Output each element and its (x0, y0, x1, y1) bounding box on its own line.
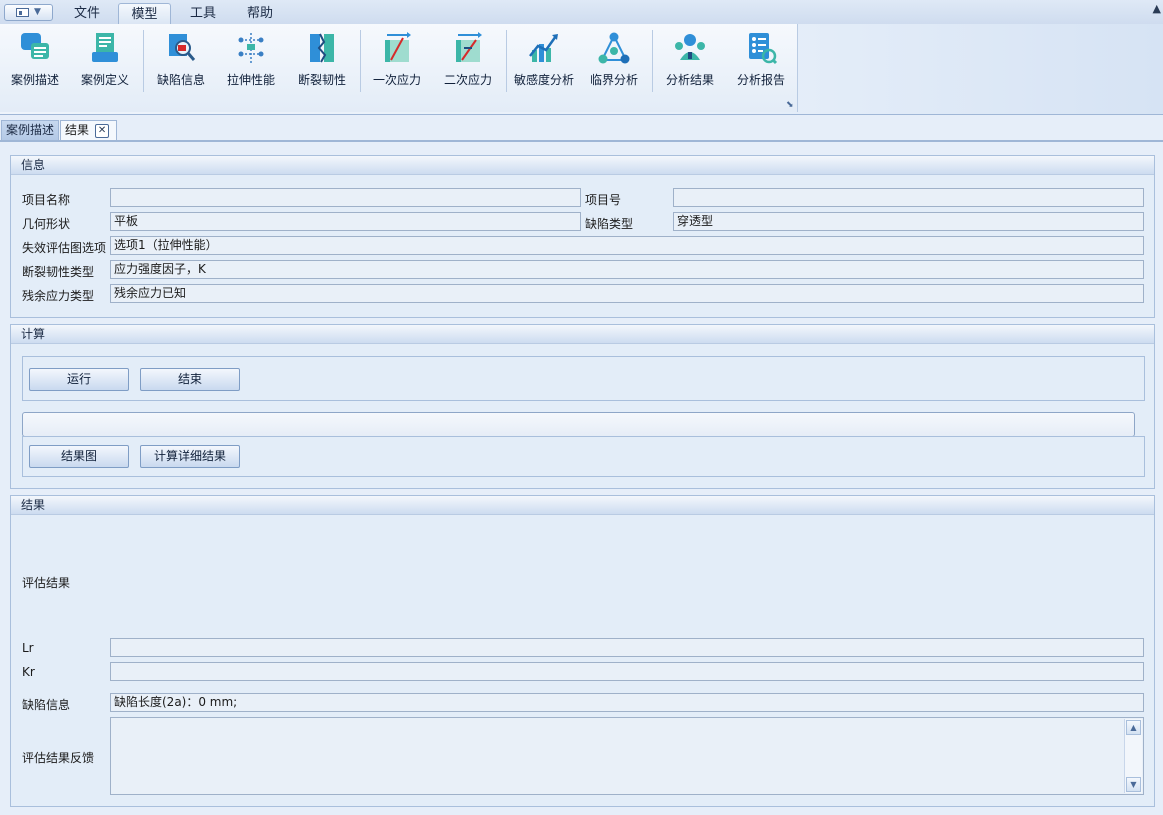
tensile-property-button[interactable]: 拉伸性能 (220, 28, 282, 92)
run-button-group: 运行 结束 (22, 356, 1145, 401)
kr-field[interactable] (110, 662, 1144, 681)
document-icon (16, 8, 29, 17)
info-panel-title: 信息 (11, 156, 1154, 175)
tensile-property-label: 拉伸性能 (226, 73, 275, 87)
application-menu-button[interactable]: ▼ (4, 4, 53, 21)
secondary-stress-label: 二次应力 (443, 73, 492, 87)
fad-option-label: 失效评估图选项 (22, 241, 107, 255)
tab-case-description-label: 案例描述 (6, 123, 55, 137)
sensitivity-analysis-label: 敏感度分析 (513, 73, 574, 87)
tab-result-label: 结果 (65, 123, 90, 137)
ribbon-separator (360, 30, 361, 92)
menu-tab-file[interactable]: 文件 (62, 3, 112, 24)
case-definition-icon (92, 33, 118, 62)
result-chart-button[interactable]: 结果图 (29, 445, 129, 468)
geometry-field[interactable]: 平板 (110, 212, 581, 231)
progress-bar (22, 412, 1135, 437)
result-panel-title: 结果 (11, 496, 1154, 515)
tab-case-description[interactable]: 案例描述 (1, 120, 60, 140)
menu-bar: ▼ 文件 模型 工具 帮助 ▲ (0, 0, 1163, 25)
menu-tab-help[interactable]: 帮助 (235, 3, 285, 24)
defect-type-label: 缺陷类型 (585, 217, 634, 231)
sensitivity-analysis-icon (529, 34, 558, 62)
project-name-label: 项目名称 (22, 193, 71, 207)
fracture-toughness-button[interactable]: 断裂韧性 (291, 28, 353, 92)
primary-stress-icon (385, 32, 411, 62)
ribbon-separator (652, 30, 653, 92)
feedback-textarea[interactable]: ▲ ▼ (110, 717, 1144, 795)
lr-label: Lr (22, 641, 34, 655)
scroll-down-icon[interactable]: ▼ (1126, 777, 1141, 792)
case-definition-button[interactable]: 案例定义 (74, 28, 136, 92)
ribbon-group-model: 案例描述 案例定义 缺陷信息 拉伸性能 断裂韧性 一次应力 二次应力 敏感度分析… (0, 24, 798, 112)
detail-result-button[interactable]: 计算详细结果 (140, 445, 240, 468)
kr-label: Kr (22, 665, 35, 679)
geometry-label: 几何形状 (22, 217, 71, 231)
defect-info-label: 缺陷信息 (156, 73, 205, 87)
critical-analysis-icon (598, 32, 630, 64)
case-description-icon (21, 33, 49, 59)
case-description-label: 案例描述 (10, 73, 59, 87)
ribbon-separator (506, 30, 507, 92)
eval-result-label: 评估结果 (22, 576, 71, 590)
analysis-report-icon (749, 33, 778, 65)
close-icon[interactable]: ✕ (95, 123, 110, 138)
defect-info-result-label: 缺陷信息 (22, 698, 71, 712)
critical-analysis-button[interactable]: 临界分析 (583, 28, 645, 92)
toughness-type-field[interactable]: 应力强度因子，K (110, 260, 1144, 279)
critical-analysis-label: 临界分析 (589, 73, 638, 87)
calc-panel-title: 计算 (11, 325, 1154, 344)
fad-option-field[interactable]: 选项1（拉伸性能） (110, 236, 1144, 255)
defect-type-field[interactable]: 穿透型 (673, 212, 1144, 231)
case-description-button[interactable]: 案例描述 (4, 28, 66, 92)
residual-stress-field[interactable]: 残余应力已知 (110, 284, 1144, 303)
fracture-toughness-icon (310, 33, 334, 63)
tab-result[interactable]: 结果 ✕ (60, 120, 117, 140)
analysis-result-label: 分析结果 (665, 73, 714, 87)
fracture-toughness-label: 断裂韧性 (297, 73, 346, 87)
chevron-down-icon: ▼ (34, 7, 41, 17)
project-no-label: 项目号 (585, 193, 622, 207)
defect-info-icon (169, 34, 196, 61)
toughness-type-label: 断裂韧性类型 (22, 265, 95, 279)
run-button[interactable]: 运行 (29, 368, 129, 391)
menu-tab-model[interactable]: 模型 (118, 3, 171, 24)
scroll-up-icon[interactable]: ▲ (1126, 720, 1141, 735)
lr-field[interactable] (110, 638, 1144, 657)
project-no-field[interactable] (673, 188, 1144, 207)
defect-info-button[interactable]: 缺陷信息 (150, 28, 212, 92)
dialog-launcher-icon[interactable]: ⬊ (786, 100, 794, 110)
result-button-group: 结果图 计算详细结果 (22, 436, 1145, 477)
primary-stress-button[interactable]: 一次应力 (366, 28, 428, 92)
result-panel: 结果 评估结果 Lr Kr 缺陷信息 缺陷长度(2a)：0 mm; 评估结果反馈… (10, 495, 1155, 807)
tensile-property-icon (238, 33, 264, 63)
residual-stress-label: 残余应力类型 (22, 289, 95, 303)
feedback-scrollbar[interactable]: ▲ ▼ (1124, 719, 1142, 793)
secondary-stress-button[interactable]: 二次应力 (437, 28, 499, 92)
caret-up-icon[interactable]: ▲ (1153, 2, 1161, 15)
analysis-result-button[interactable]: 分析结果 (658, 28, 722, 92)
sensitivity-analysis-button[interactable]: 敏感度分析 (510, 28, 578, 92)
calc-panel: 计算 运行 结束 结果图 计算详细结果 (10, 324, 1155, 489)
feedback-label: 评估结果反馈 (22, 751, 95, 765)
analysis-report-label: 分析报告 (736, 73, 785, 87)
analysis-result-icon (675, 34, 705, 60)
defect-info-field[interactable]: 缺陷长度(2a)：0 mm; (110, 693, 1144, 712)
document-tab-strip: 案例描述 结果 ✕ (0, 118, 1163, 142)
project-name-field[interactable] (110, 188, 581, 207)
end-button[interactable]: 结束 (140, 368, 240, 391)
menu-tab-tools[interactable]: 工具 (178, 3, 228, 24)
info-panel: 信息 项目名称 项目号 几何形状 平板 缺陷类型 穿透型 失效评估图选项 选项1… (10, 155, 1155, 318)
primary-stress-label: 一次应力 (372, 73, 421, 87)
case-definition-label: 案例定义 (80, 73, 129, 87)
secondary-stress-icon (456, 32, 482, 62)
ribbon-separator (143, 30, 144, 92)
ribbon: 案例描述 案例定义 缺陷信息 拉伸性能 断裂韧性 一次应力 二次应力 敏感度分析… (0, 24, 1163, 115)
analysis-report-button[interactable]: 分析报告 (729, 28, 793, 92)
